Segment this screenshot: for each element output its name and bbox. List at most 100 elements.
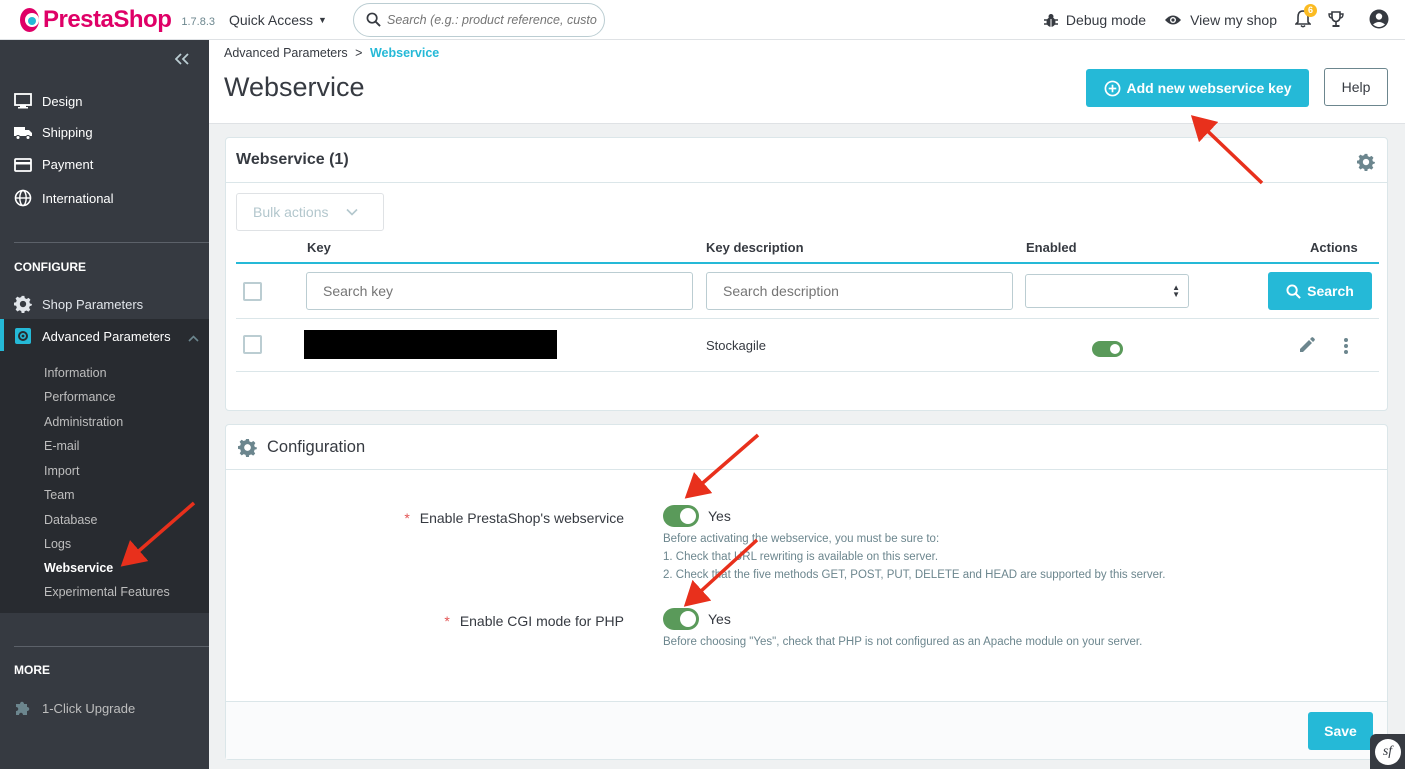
edit-icon[interactable] xyxy=(1298,336,1316,357)
bulk-actions-label: Bulk actions xyxy=(253,204,329,220)
redacted-key-value xyxy=(304,330,557,359)
configuration-title: Configuration xyxy=(267,437,366,456)
view-shop-link[interactable]: View my shop xyxy=(1164,12,1277,28)
user-menu-button[interactable] xyxy=(1369,9,1389,32)
column-header-actions: Actions xyxy=(1310,240,1358,255)
filter-key-input[interactable] xyxy=(306,272,693,310)
sidebar-item-label: Design xyxy=(42,93,83,109)
sidebar-subitem-email[interactable]: E-mail xyxy=(44,439,79,453)
collapse-sidebar-icon[interactable] xyxy=(174,52,189,70)
sidebar-subitem-administration[interactable]: Administration xyxy=(44,415,123,429)
sidebar-item-design[interactable]: Design xyxy=(14,93,82,109)
truck-icon xyxy=(14,126,32,140)
sidebar-subitem-webservice[interactable]: Webservice xyxy=(44,561,113,575)
page-title: Webservice xyxy=(224,72,365,102)
select-arrows-icon: ▲ ▼ xyxy=(1172,283,1180,299)
global-search-input[interactable] xyxy=(387,12,597,27)
sidebar-item-international[interactable]: International xyxy=(14,189,114,207)
row-description: Stockagile xyxy=(706,338,766,353)
quick-access-label: Quick Access xyxy=(229,11,314,28)
monitor-icon xyxy=(14,93,32,109)
webservice-list-card: Webservice (1) Bulk actions Key Key desc… xyxy=(225,137,1388,411)
row-enabled-toggle[interactable] xyxy=(1092,341,1123,357)
column-header-description[interactable]: Key description xyxy=(706,240,804,255)
breadcrumb-separator: > xyxy=(355,46,363,60)
column-header-enabled[interactable]: Enabled xyxy=(1026,240,1077,255)
filter-enabled-select[interactable]: ▲ ▼ xyxy=(1025,274,1189,308)
sidebar-item-label: Payment xyxy=(42,157,94,172)
sidebar-heading-more: MORE xyxy=(14,663,50,677)
webservice-list-header: Webservice (1) xyxy=(226,138,1387,183)
notification-badge: 6 xyxy=(1304,3,1317,17)
more-vertical-icon[interactable] xyxy=(1343,337,1349,358)
sidebar-item-payment[interactable]: Payment xyxy=(14,157,93,172)
row-checkbox[interactable] xyxy=(243,335,262,354)
puzzle-icon xyxy=(16,701,30,715)
bulk-actions-dropdown[interactable]: Bulk actions xyxy=(236,193,384,231)
help-line: 1. Check that URL rewriting is available… xyxy=(663,551,939,563)
sidebar-item-shop-parameters[interactable]: Shop Parameters xyxy=(14,295,143,313)
caret-down-icon: ▼ xyxy=(318,14,327,25)
sidebar-subitem-database[interactable]: Database xyxy=(44,513,98,527)
gear-icon xyxy=(238,438,257,457)
table-header-divider xyxy=(236,262,1379,264)
chevron-up-icon[interactable] xyxy=(188,330,199,345)
brand-logo[interactable]: PrestaShop 1.7.8.3 xyxy=(20,6,215,34)
breadcrumb-parent[interactable]: Advanced Parameters xyxy=(224,46,348,60)
gear-icon xyxy=(14,295,32,313)
webservice-enable-help: Before activating the webservice, you mu… xyxy=(663,530,1165,584)
save-button[interactable]: Save xyxy=(1308,712,1373,750)
search-icon xyxy=(1286,283,1301,299)
cgi-mode-value: Yes xyxy=(708,611,731,627)
sidebar-subitem-experimental-features[interactable]: Experimental Features xyxy=(44,585,170,599)
webservice-enable-label: * Enable PrestaShop's webservice xyxy=(396,510,624,526)
add-webservice-key-button[interactable]: Add new webservice key xyxy=(1086,69,1309,107)
select-all-checkbox[interactable] xyxy=(243,282,262,301)
trophy-icon xyxy=(1328,10,1344,27)
debug-mode-link[interactable]: Debug mode xyxy=(1043,12,1146,28)
page-header: Advanced Parameters > Webservice Webserv… xyxy=(209,40,1405,124)
help-button[interactable]: Help xyxy=(1324,68,1388,106)
help-line: 2. Check that the five methods GET, POST… xyxy=(663,569,1166,581)
add-circle-icon xyxy=(1104,80,1120,96)
global-search[interactable] xyxy=(353,2,605,37)
sidebar-active-indicator xyxy=(0,319,4,351)
row-divider xyxy=(236,318,1379,319)
help-line: Before choosing "Yes", check that PHP is… xyxy=(663,636,1143,648)
trophy-button[interactable] xyxy=(1327,10,1345,31)
search-icon xyxy=(366,12,381,27)
row-divider xyxy=(236,371,1379,372)
globe-icon xyxy=(14,189,32,207)
eye-icon xyxy=(1165,15,1182,25)
sidebar-item-label: Advanced Parameters xyxy=(42,328,171,344)
configuration-footer xyxy=(226,701,1387,759)
symfony-icon: sf xyxy=(1374,738,1401,765)
filter-search-button[interactable]: Search xyxy=(1268,272,1372,310)
configuration-card: Configuration * Enable PrestaShop's webse… xyxy=(225,424,1388,760)
column-header-key[interactable]: Key xyxy=(307,240,331,255)
prestashop-logo-icon xyxy=(20,7,39,32)
sidebar-subitem-performance[interactable]: Performance xyxy=(44,390,116,404)
list-settings-gear-icon[interactable] xyxy=(1357,153,1375,176)
sidebar-item-upgrade[interactable]: 1-Click Upgrade xyxy=(14,699,135,717)
sidebar-item-shipping[interactable]: Shipping xyxy=(14,125,93,140)
filter-description-input[interactable] xyxy=(706,272,1013,310)
breadcrumb: Advanced Parameters > Webservice xyxy=(224,46,439,60)
sidebar-heading-configure: CONFIGURE xyxy=(14,260,86,274)
breadcrumb-current[interactable]: Webservice xyxy=(370,46,439,60)
sidebar-item-label: 1-Click Upgrade xyxy=(42,700,136,716)
quick-access-dropdown[interactable]: Quick Access ▼ xyxy=(229,12,339,28)
brand-name: PrestaShop xyxy=(42,5,172,33)
webservice-enable-switch[interactable] xyxy=(663,505,699,527)
sidebar-item-label: International xyxy=(42,190,114,206)
sidebar-item-label: Shop Parameters xyxy=(42,296,144,312)
sidebar-item-advanced-parameters[interactable]: Advanced Parameters xyxy=(14,327,171,345)
notifications-button[interactable]: 6 xyxy=(1294,3,1317,31)
sidebar-subitem-import[interactable]: Import xyxy=(44,464,79,478)
sidebar-subitem-information[interactable]: Information xyxy=(44,366,107,380)
cgi-mode-switch[interactable] xyxy=(663,608,699,630)
credit-card-icon xyxy=(14,157,32,172)
sidebar-subitem-team[interactable]: Team xyxy=(44,488,75,502)
sidebar-subitem-logs[interactable]: Logs xyxy=(44,537,71,551)
symfony-debug-toolbar[interactable]: sf xyxy=(1370,734,1405,769)
